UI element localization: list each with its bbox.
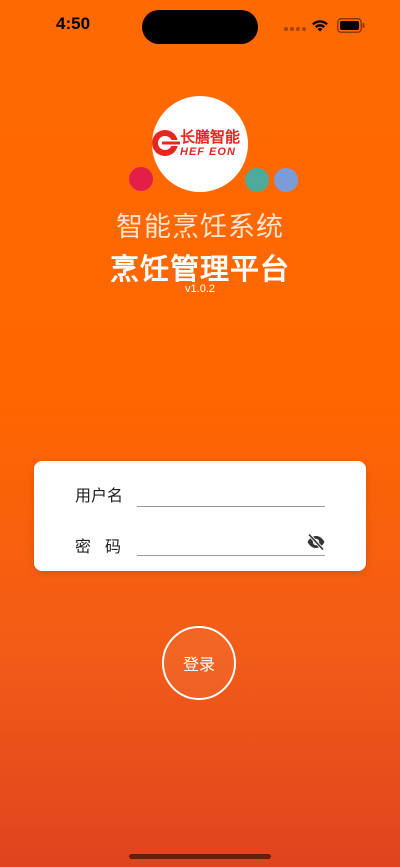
app-subtitle: 智能烹饪系统 bbox=[116, 212, 284, 243]
login-button[interactable]: 登录 bbox=[162, 626, 236, 700]
eye-off-icon[interactable] bbox=[306, 533, 326, 551]
decorative-dot-blue bbox=[274, 168, 298, 192]
signal-dots-icon bbox=[284, 27, 306, 31]
decorative-dot-teal bbox=[245, 168, 269, 192]
logo-mark-icon bbox=[152, 130, 180, 156]
dynamic-island bbox=[142, 10, 258, 44]
battery-icon bbox=[337, 18, 365, 33]
decorative-dot-red bbox=[129, 167, 153, 191]
username-label: 用户名 bbox=[75, 486, 124, 505]
version-label: v1.0.2 bbox=[185, 283, 215, 295]
home-indicator bbox=[129, 854, 271, 859]
page-title: 烹饪管理平台 bbox=[109, 252, 290, 286]
status-time: 4:50 bbox=[56, 14, 91, 33]
username-input[interactable] bbox=[137, 480, 325, 507]
password-label: 密码 bbox=[75, 537, 136, 556]
logo-brand-en: HEF EON bbox=[180, 146, 236, 158]
password-input[interactable] bbox=[137, 529, 325, 556]
wifi-icon bbox=[312, 20, 328, 32]
logo-brand-cn: 长膳智能 bbox=[180, 128, 241, 146]
